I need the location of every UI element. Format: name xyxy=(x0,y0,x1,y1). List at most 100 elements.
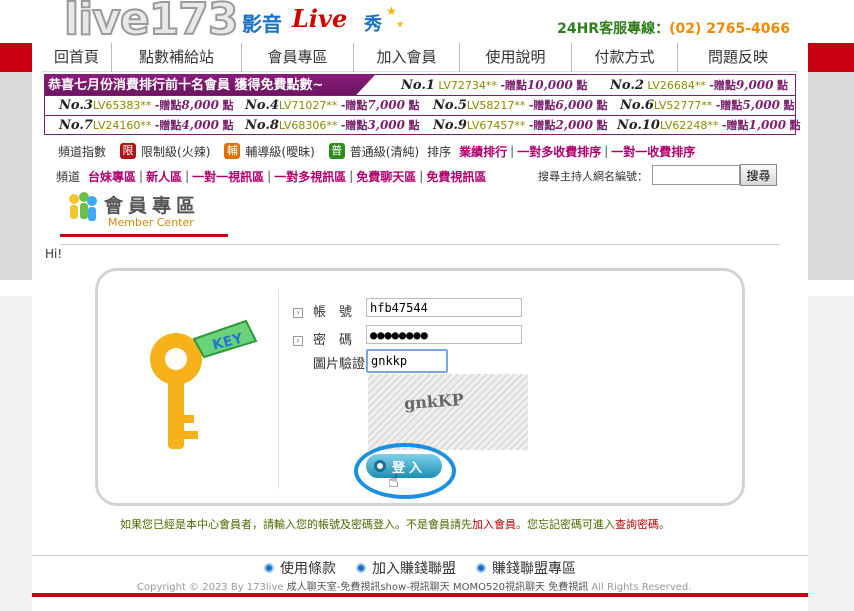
query-password-link[interactable]: 查詢密碼 xyxy=(615,518,659,531)
captcha-image-text: gnkKP xyxy=(403,389,465,414)
channel-free-video-link[interactable]: 免費視訊區 xyxy=(426,168,486,185)
rank-unit: 點 xyxy=(596,119,608,132)
rank-user: LV58217** xyxy=(466,99,526,112)
ranking-entry: No.2 LV26684** -贈點9,000 點 xyxy=(610,76,788,95)
sort-performance-link[interactable]: 業績排行 xyxy=(459,143,507,160)
captcha-input[interactable] xyxy=(366,349,448,373)
separator: | xyxy=(349,169,354,183)
channel-newcomer-link[interactable]: 新人區 xyxy=(146,168,182,185)
account-input[interactable] xyxy=(366,298,522,317)
nav-points[interactable]: 點數補給站 xyxy=(112,43,242,72)
rank-gift: -贈點 xyxy=(500,79,527,92)
rank-unit: 點 xyxy=(576,79,588,92)
nav-member-center[interactable]: 會員專區 xyxy=(242,43,354,72)
ranking-entry: No.9LV67457** -贈點2,000 點 xyxy=(433,116,608,135)
hand-pointer-icon: ☝ xyxy=(388,471,399,492)
bottom-red-bar xyxy=(32,593,808,597)
bullet-icon xyxy=(476,563,486,573)
account-label-row: › 帳 號 xyxy=(293,301,352,320)
members-icon xyxy=(69,192,97,221)
rank-user: LV52777** xyxy=(653,99,713,112)
separator: | xyxy=(510,144,515,158)
rank-points: 2,000 xyxy=(555,118,593,132)
member-center-tab: 會員專區 Member Center xyxy=(60,187,228,237)
nav-payment[interactable]: 付款方式 xyxy=(572,43,678,72)
footer-links: 使用條款 加入賺錢聯盟 賺錢聯盟專區 xyxy=(264,558,596,578)
notice-text: 。您忘記密碼可進入 xyxy=(516,518,615,531)
ranking-board: 恭喜七月份消費排行前十名會員 獲得免費點數~ No.1 LV72734** -贈… xyxy=(44,74,801,135)
main-nav: 回首頁 點數補給站 會員專區 加入會員 使用說明 付款方式 問題反映 xyxy=(42,43,798,72)
arrow-bullet-icon: › xyxy=(293,335,303,346)
rank-no: No.9 xyxy=(433,118,467,133)
rank-gift: -贈點 xyxy=(715,99,743,112)
footer-link-label: 使用條款 xyxy=(280,561,336,577)
channel-one-to-many-link[interactable]: 一對多視訊區 xyxy=(274,168,346,185)
rank-no: No.3 xyxy=(59,98,93,113)
level-restricted[interactable]: 限制級(火辣) xyxy=(141,143,210,160)
rank-gift: -贈點 xyxy=(528,119,556,132)
sort-one-to-many-link[interactable]: 一對多收費排序 xyxy=(517,143,601,160)
level-general[interactable]: 普通級(清純) xyxy=(350,143,419,160)
join-member-link[interactable]: 加入會員 xyxy=(472,518,516,531)
rank-user: LV68306** xyxy=(278,119,338,132)
footer-terms-link[interactable]: 使用條款 xyxy=(264,558,336,578)
channel-links-row: 頻道 台妹專區 | 新人區 | 一對一視訊區 | 一對多視訊區 | 免費聊天區 … xyxy=(56,166,486,186)
password-label-row: › 密 碼 xyxy=(293,329,352,348)
channel-one-to-one-link[interactable]: 一對一視訊區 xyxy=(192,168,264,185)
footer-link-label: 加入賺錢聯盟 xyxy=(372,561,456,577)
restricted-badge-icon: 限 xyxy=(120,143,137,159)
rank-unit: 點 xyxy=(596,99,608,112)
rank-points: 7,000 xyxy=(367,98,405,112)
channel-taimei-link[interactable]: 台妹專區 xyxy=(88,168,136,185)
copyright-site-links[interactable]: 成人聊天室-免費視訊show-視訊聊天 MOMO520視訊聊天 免費視訊 xyxy=(287,582,589,593)
rank-no: No.4 xyxy=(245,98,279,113)
footer-alliance-area-link[interactable]: 賺錢聯盟專區 xyxy=(476,558,576,578)
section-divider xyxy=(60,244,780,245)
password-label: 密 碼 xyxy=(313,333,353,348)
nav-instructions[interactable]: 使用說明 xyxy=(460,43,572,72)
member-center-title: 會員專區 xyxy=(104,195,201,217)
rank-no: No.6 xyxy=(620,98,654,113)
ranking-title: 恭喜七月份消費排行前十名會員 獲得免費點數~ xyxy=(45,75,375,96)
copyright-pre: Copyright © 2023 By 173live xyxy=(137,582,284,593)
logo-sub-text: 影音 xyxy=(242,12,282,36)
footer-join-alliance-link[interactable]: 加入賺錢聯盟 xyxy=(356,558,456,578)
level-guidance[interactable]: 輔導級(曖昧) xyxy=(245,143,314,160)
channel-free-chat-link[interactable]: 免費聊天區 xyxy=(356,168,416,185)
rank-no: No.8 xyxy=(245,118,279,133)
host-search-input[interactable] xyxy=(652,165,740,185)
rank-unit: 點 xyxy=(408,99,420,112)
ranking-entry: No.10LV62248** -贈點1,000 點 xyxy=(617,116,801,135)
sort-one-to-one-link[interactable]: 一對一收費排序 xyxy=(611,143,695,160)
rank-unit: 點 xyxy=(408,119,420,132)
ranking-entry: No.4LV71027** -贈點7,000 點 xyxy=(245,96,420,115)
separator: | xyxy=(185,169,190,183)
site-logo[interactable]: live173 xyxy=(63,0,240,46)
ranking-entry: No.7LV24160** -贈點4,000 點 xyxy=(59,116,234,135)
password-input[interactable] xyxy=(366,325,522,344)
logo-xiu-text: 秀 xyxy=(364,14,382,35)
rank-unit: 點 xyxy=(777,79,788,92)
nav-home[interactable]: 回首頁 xyxy=(42,43,112,72)
rank-gift: -贈點 xyxy=(154,119,182,132)
search-button[interactable]: 搜尋 xyxy=(740,164,777,186)
separator: | xyxy=(419,169,424,183)
hotline-number: (02) 2765-4066 xyxy=(669,21,790,37)
rank-unit: 點 xyxy=(222,119,234,132)
channel-index-label: 頻道指數 xyxy=(58,144,107,159)
nav-feedback[interactable]: 問題反映 xyxy=(678,43,798,72)
separator: | xyxy=(604,144,609,158)
nav-join[interactable]: 加入會員 xyxy=(354,43,460,72)
rank-no: No.2 xyxy=(610,78,644,93)
star-icon: ★ xyxy=(396,20,405,30)
star-icon: ★ xyxy=(386,4,397,18)
account-label: 帳 號 xyxy=(313,305,353,320)
hotline: 24HR客服專線：(02) 2765-4066 xyxy=(557,18,790,38)
site-header: live173 影音 Live 秀 ★ ★ 24HR客服專線：(02) 2765… xyxy=(42,0,798,46)
channel-label: 頻道 xyxy=(56,169,81,184)
captcha-image[interactable]: gnkKP xyxy=(368,374,528,450)
greeting: Hi! xyxy=(45,247,63,261)
rank-points: 4,000 xyxy=(181,118,219,132)
notice-text: 。 xyxy=(659,518,670,531)
rank-gift: -贈點 xyxy=(709,79,736,92)
